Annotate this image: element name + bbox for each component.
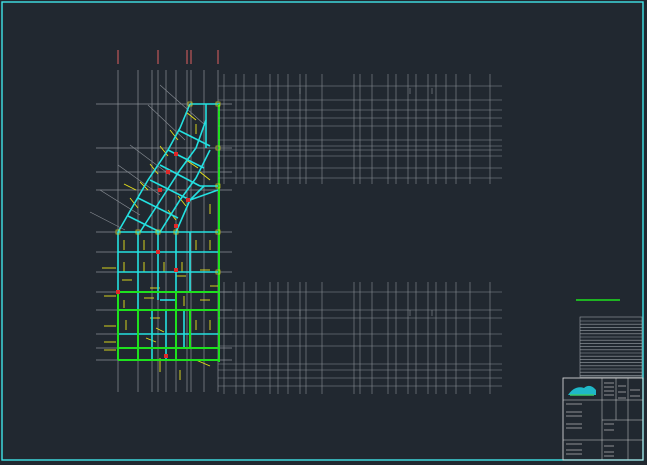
structural-beams bbox=[117, 103, 220, 361]
column-marker bbox=[166, 170, 170, 174]
axis-marks bbox=[117, 50, 219, 64]
drawing-line bbox=[155, 327, 165, 333]
drawing-line bbox=[123, 183, 137, 191]
column-marker bbox=[186, 198, 190, 202]
notes-table bbox=[579, 316, 643, 378]
right-plan-grid-lines bbox=[218, 74, 502, 394]
column-marker bbox=[116, 290, 120, 294]
column-markers bbox=[115, 101, 221, 358]
rebar-annotations bbox=[102, 111, 220, 380]
title-block bbox=[562, 377, 644, 461]
column-marker bbox=[174, 152, 178, 156]
leader-lines bbox=[89, 84, 206, 231]
column-marker bbox=[174, 268, 178, 272]
cad-drawing-canvas[interactable] bbox=[0, 0, 647, 465]
column-marker bbox=[174, 224, 178, 228]
left-plan-grid-lines bbox=[96, 70, 232, 392]
drawing-line bbox=[145, 337, 157, 343]
cad-drawing-viewport[interactable] bbox=[0, 0, 647, 465]
column-marker bbox=[156, 250, 160, 254]
company-logo-icon bbox=[568, 385, 596, 396]
column-marker bbox=[164, 354, 168, 358]
sheet-frame bbox=[1, 1, 644, 461]
column-marker bbox=[158, 188, 162, 192]
drawing-line bbox=[199, 171, 211, 181]
